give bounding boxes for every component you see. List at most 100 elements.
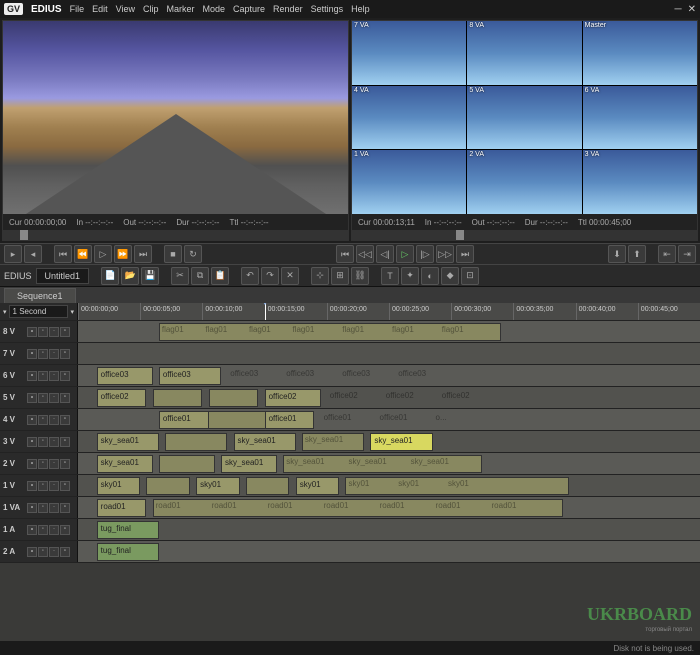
stop-button[interactable]: ■ [164, 245, 182, 263]
track-toggle[interactable]: ▫ [60, 327, 70, 337]
track-toggle[interactable]: ◦ [38, 481, 48, 491]
track-lane[interactable]: sky_sea01sky_sea01sky_sea01sky_sea01 [78, 431, 700, 452]
track-lane[interactable] [78, 343, 700, 364]
track-lane[interactable]: road01road01road01road01road01road01road… [78, 497, 700, 518]
clip[interactable]: office03 [159, 367, 221, 385]
track-header[interactable]: 1 A∘◦·▫ [0, 519, 78, 540]
mark-out-button[interactable]: ◂ [24, 245, 42, 263]
clip[interactable]: sky01 [296, 477, 340, 495]
track-toggle[interactable]: ▫ [60, 371, 70, 381]
track-toggle[interactable]: ▫ [60, 349, 70, 359]
track-lane[interactable]: office02office02office02office02office02 [78, 387, 700, 408]
track-header[interactable]: 5 V∘◦·▫ [0, 387, 78, 408]
track-toggle[interactable]: ◦ [38, 415, 48, 425]
track-toggle[interactable]: ◦ [38, 503, 48, 513]
menu-render[interactable]: Render [273, 4, 303, 14]
menu-help[interactable]: Help [351, 4, 370, 14]
track-header[interactable]: 6 V∘◦·▫ [0, 365, 78, 386]
forward-button[interactable]: ▷▷ [436, 245, 454, 263]
track-toggle[interactable]: ∘ [27, 393, 37, 403]
menu-clip[interactable]: Clip [143, 4, 159, 14]
play-timeline-button[interactable]: ▷ [396, 245, 414, 263]
track-toggle[interactable]: · [49, 503, 59, 513]
clip[interactable]: sky01 [97, 477, 141, 495]
mask-button[interactable]: ◐ [421, 267, 439, 285]
track-toggle[interactable]: · [49, 481, 59, 491]
goto-start-button[interactable]: ⏮ [54, 245, 72, 263]
clip[interactable]: office03 [97, 367, 153, 385]
track-header[interactable]: 4 V∘◦·▫ [0, 409, 78, 430]
trim-in-button[interactable]: ⇤ [658, 245, 676, 263]
sequence-tab[interactable]: Sequence1 [4, 288, 76, 303]
step-fwd-button[interactable]: ⏩ [114, 245, 132, 263]
clip[interactable]: sky_sea01 [97, 433, 159, 451]
new-button[interactable]: 📄 [101, 267, 119, 285]
split-button[interactable]: ⊹ [311, 267, 329, 285]
overwrite-button[interactable]: ⬆ [628, 245, 646, 263]
track-toggle[interactable]: ▫ [60, 503, 70, 513]
clip[interactable] [159, 455, 215, 473]
track-toggle[interactable]: · [49, 437, 59, 447]
track-toggle[interactable]: ∘ [27, 415, 37, 425]
track-toggle[interactable]: ◦ [38, 393, 48, 403]
scale-control[interactable]: ▾ 1 Second ▾ [0, 303, 78, 320]
menu-file[interactable]: File [70, 4, 85, 14]
clip[interactable]: sky_sea01 [234, 433, 296, 451]
track-toggle[interactable]: ▫ [60, 393, 70, 403]
track-toggle[interactable]: · [49, 349, 59, 359]
record-scrub[interactable] [352, 230, 697, 240]
delete-button[interactable]: ✕ [281, 267, 299, 285]
clip[interactable]: sky01 [196, 477, 240, 495]
track-toggle[interactable]: ∘ [27, 349, 37, 359]
clip[interactable]: office02 [97, 389, 147, 407]
paste-button[interactable]: 📋 [211, 267, 229, 285]
track-toggle[interactable]: ▫ [60, 547, 70, 557]
track-toggle[interactable]: ◦ [38, 349, 48, 359]
track-header[interactable]: 8 V∘◦·▫ [0, 321, 78, 342]
minimize-icon[interactable]: ─ [675, 4, 682, 15]
track-toggle[interactable]: ◦ [38, 525, 48, 535]
track-lane[interactable]: flag01flag01flag01flag01flag01flag01flag… [78, 321, 700, 342]
track-lane[interactable]: tug_final [78, 541, 700, 562]
multiview-thumb[interactable]: 6 VA [583, 86, 697, 150]
save-button[interactable]: 💾 [141, 267, 159, 285]
loop-button[interactable]: ↻ [184, 245, 202, 263]
track-toggle[interactable]: ◦ [38, 371, 48, 381]
clip[interactable]: sky_sea01 [221, 455, 277, 473]
multiview-thumb[interactable]: 7 VA [352, 21, 466, 85]
rewind-button[interactable]: ◁◁ [356, 245, 374, 263]
step-next-button[interactable]: |▷ [416, 245, 434, 263]
track-toggle[interactable]: ∘ [27, 371, 37, 381]
clip[interactable]: tug_final [97, 543, 159, 561]
prev-edit-button[interactable]: ⏮ [336, 245, 354, 263]
multiview-thumb[interactable]: 1 VA [352, 150, 466, 214]
track-toggle[interactable]: · [49, 547, 59, 557]
track-lane[interactable]: sky_sea01sky_sea01sky_sea01sky_sea01sky_… [78, 453, 700, 474]
next-edit-button[interactable]: ⏭ [456, 245, 474, 263]
effect-button[interactable]: ✦ [401, 267, 419, 285]
clip[interactable]: sky_sea01 [97, 455, 153, 473]
track-toggle[interactable]: ∘ [27, 547, 37, 557]
track-toggle[interactable]: ◦ [38, 547, 48, 557]
source-scrub[interactable] [3, 230, 348, 240]
goto-end-button[interactable]: ⏭ [134, 245, 152, 263]
clip[interactable]: road01 [97, 499, 147, 517]
track-toggle[interactable]: ▫ [60, 437, 70, 447]
menu-mode[interactable]: Mode [203, 4, 226, 14]
track-header[interactable]: 7 V∘◦·▫ [0, 343, 78, 364]
scope-button[interactable]: ⊡ [461, 267, 479, 285]
clip[interactable]: office01 [159, 411, 209, 429]
track-toggle[interactable]: · [49, 393, 59, 403]
project-name[interactable]: Untitled1 [36, 268, 90, 284]
multiview-thumb[interactable]: 2 VA [467, 150, 581, 214]
menu-marker[interactable]: Marker [166, 4, 194, 14]
track-toggle[interactable]: ∘ [27, 437, 37, 447]
track-toggle[interactable]: ∘ [27, 459, 37, 469]
track-toggle[interactable]: ◦ [38, 327, 48, 337]
title-button[interactable]: T [381, 267, 399, 285]
step-back-button[interactable]: ⏪ [74, 245, 92, 263]
menu-settings[interactable]: Settings [311, 4, 344, 14]
track-header[interactable]: 1 VA∘◦·▫ [0, 497, 78, 518]
source-view[interactable] [3, 21, 348, 214]
track-toggle[interactable]: · [49, 371, 59, 381]
